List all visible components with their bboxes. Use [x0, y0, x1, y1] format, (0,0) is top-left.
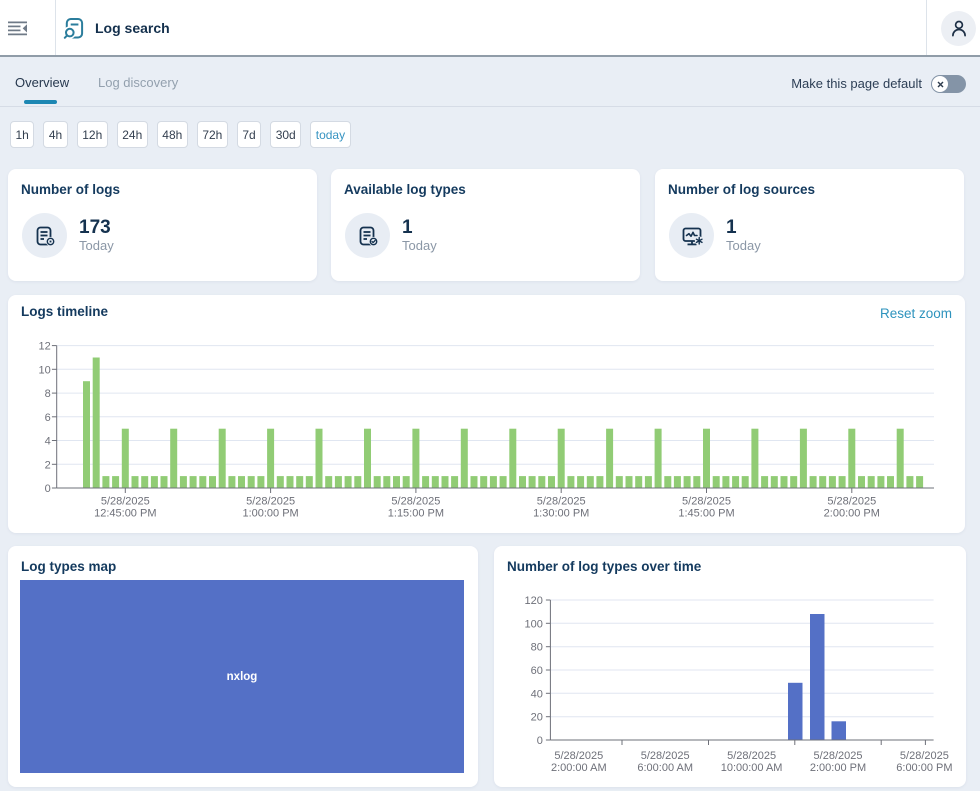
svg-text:5/28/2025: 5/28/2025	[101, 496, 150, 508]
svg-text:1:30:00 PM: 1:30:00 PM	[533, 508, 589, 520]
svg-text:10: 10	[39, 364, 51, 376]
svg-text:6: 6	[45, 412, 51, 424]
svg-text:100: 100	[525, 618, 543, 630]
svg-text:5/28/2025: 5/28/2025	[727, 750, 776, 762]
svg-text:6:00:00 AM: 6:00:00 AM	[637, 762, 693, 774]
svg-text:1:15:00 PM: 1:15:00 PM	[388, 508, 444, 520]
svg-text:5/28/2025: 5/28/2025	[391, 496, 440, 508]
svg-text:1:45:00 PM: 1:45:00 PM	[678, 508, 734, 520]
svg-text:2: 2	[45, 459, 51, 471]
svg-text:8: 8	[45, 388, 51, 400]
svg-text:1:00:00 PM: 1:00:00 PM	[242, 508, 298, 520]
svg-text:5/28/2025: 5/28/2025	[682, 496, 731, 508]
svg-text:12: 12	[39, 341, 51, 353]
svg-text:5/28/2025: 5/28/2025	[814, 750, 863, 762]
svg-text:5/28/2025: 5/28/2025	[641, 750, 690, 762]
svg-text:10:00:00 AM: 10:00:00 AM	[721, 762, 783, 774]
svg-text:4: 4	[45, 436, 51, 448]
svg-text:2:00:00 PM: 2:00:00 PM	[810, 762, 866, 774]
svg-text:80: 80	[531, 642, 543, 654]
svg-text:12:45:00 PM: 12:45:00 PM	[94, 508, 156, 520]
svg-text:5/28/2025: 5/28/2025	[537, 496, 586, 508]
svg-text:5/28/2025: 5/28/2025	[554, 750, 603, 762]
svg-text:5/28/2025: 5/28/2025	[827, 496, 876, 508]
svg-text:5/28/2025: 5/28/2025	[246, 496, 295, 508]
svg-text:0: 0	[537, 735, 543, 747]
svg-text:2:00:00 AM: 2:00:00 AM	[551, 762, 607, 774]
svg-text:120: 120	[525, 595, 543, 607]
svg-text:60: 60	[531, 665, 543, 677]
svg-text:5/28/2025: 5/28/2025	[900, 750, 949, 762]
svg-text:6:00:00 PM: 6:00:00 PM	[896, 762, 952, 774]
svg-text:0: 0	[45, 483, 51, 495]
svg-text:40: 40	[531, 688, 543, 700]
svg-text:2:00:00 PM: 2:00:00 PM	[824, 508, 880, 520]
svg-text:20: 20	[531, 712, 543, 724]
